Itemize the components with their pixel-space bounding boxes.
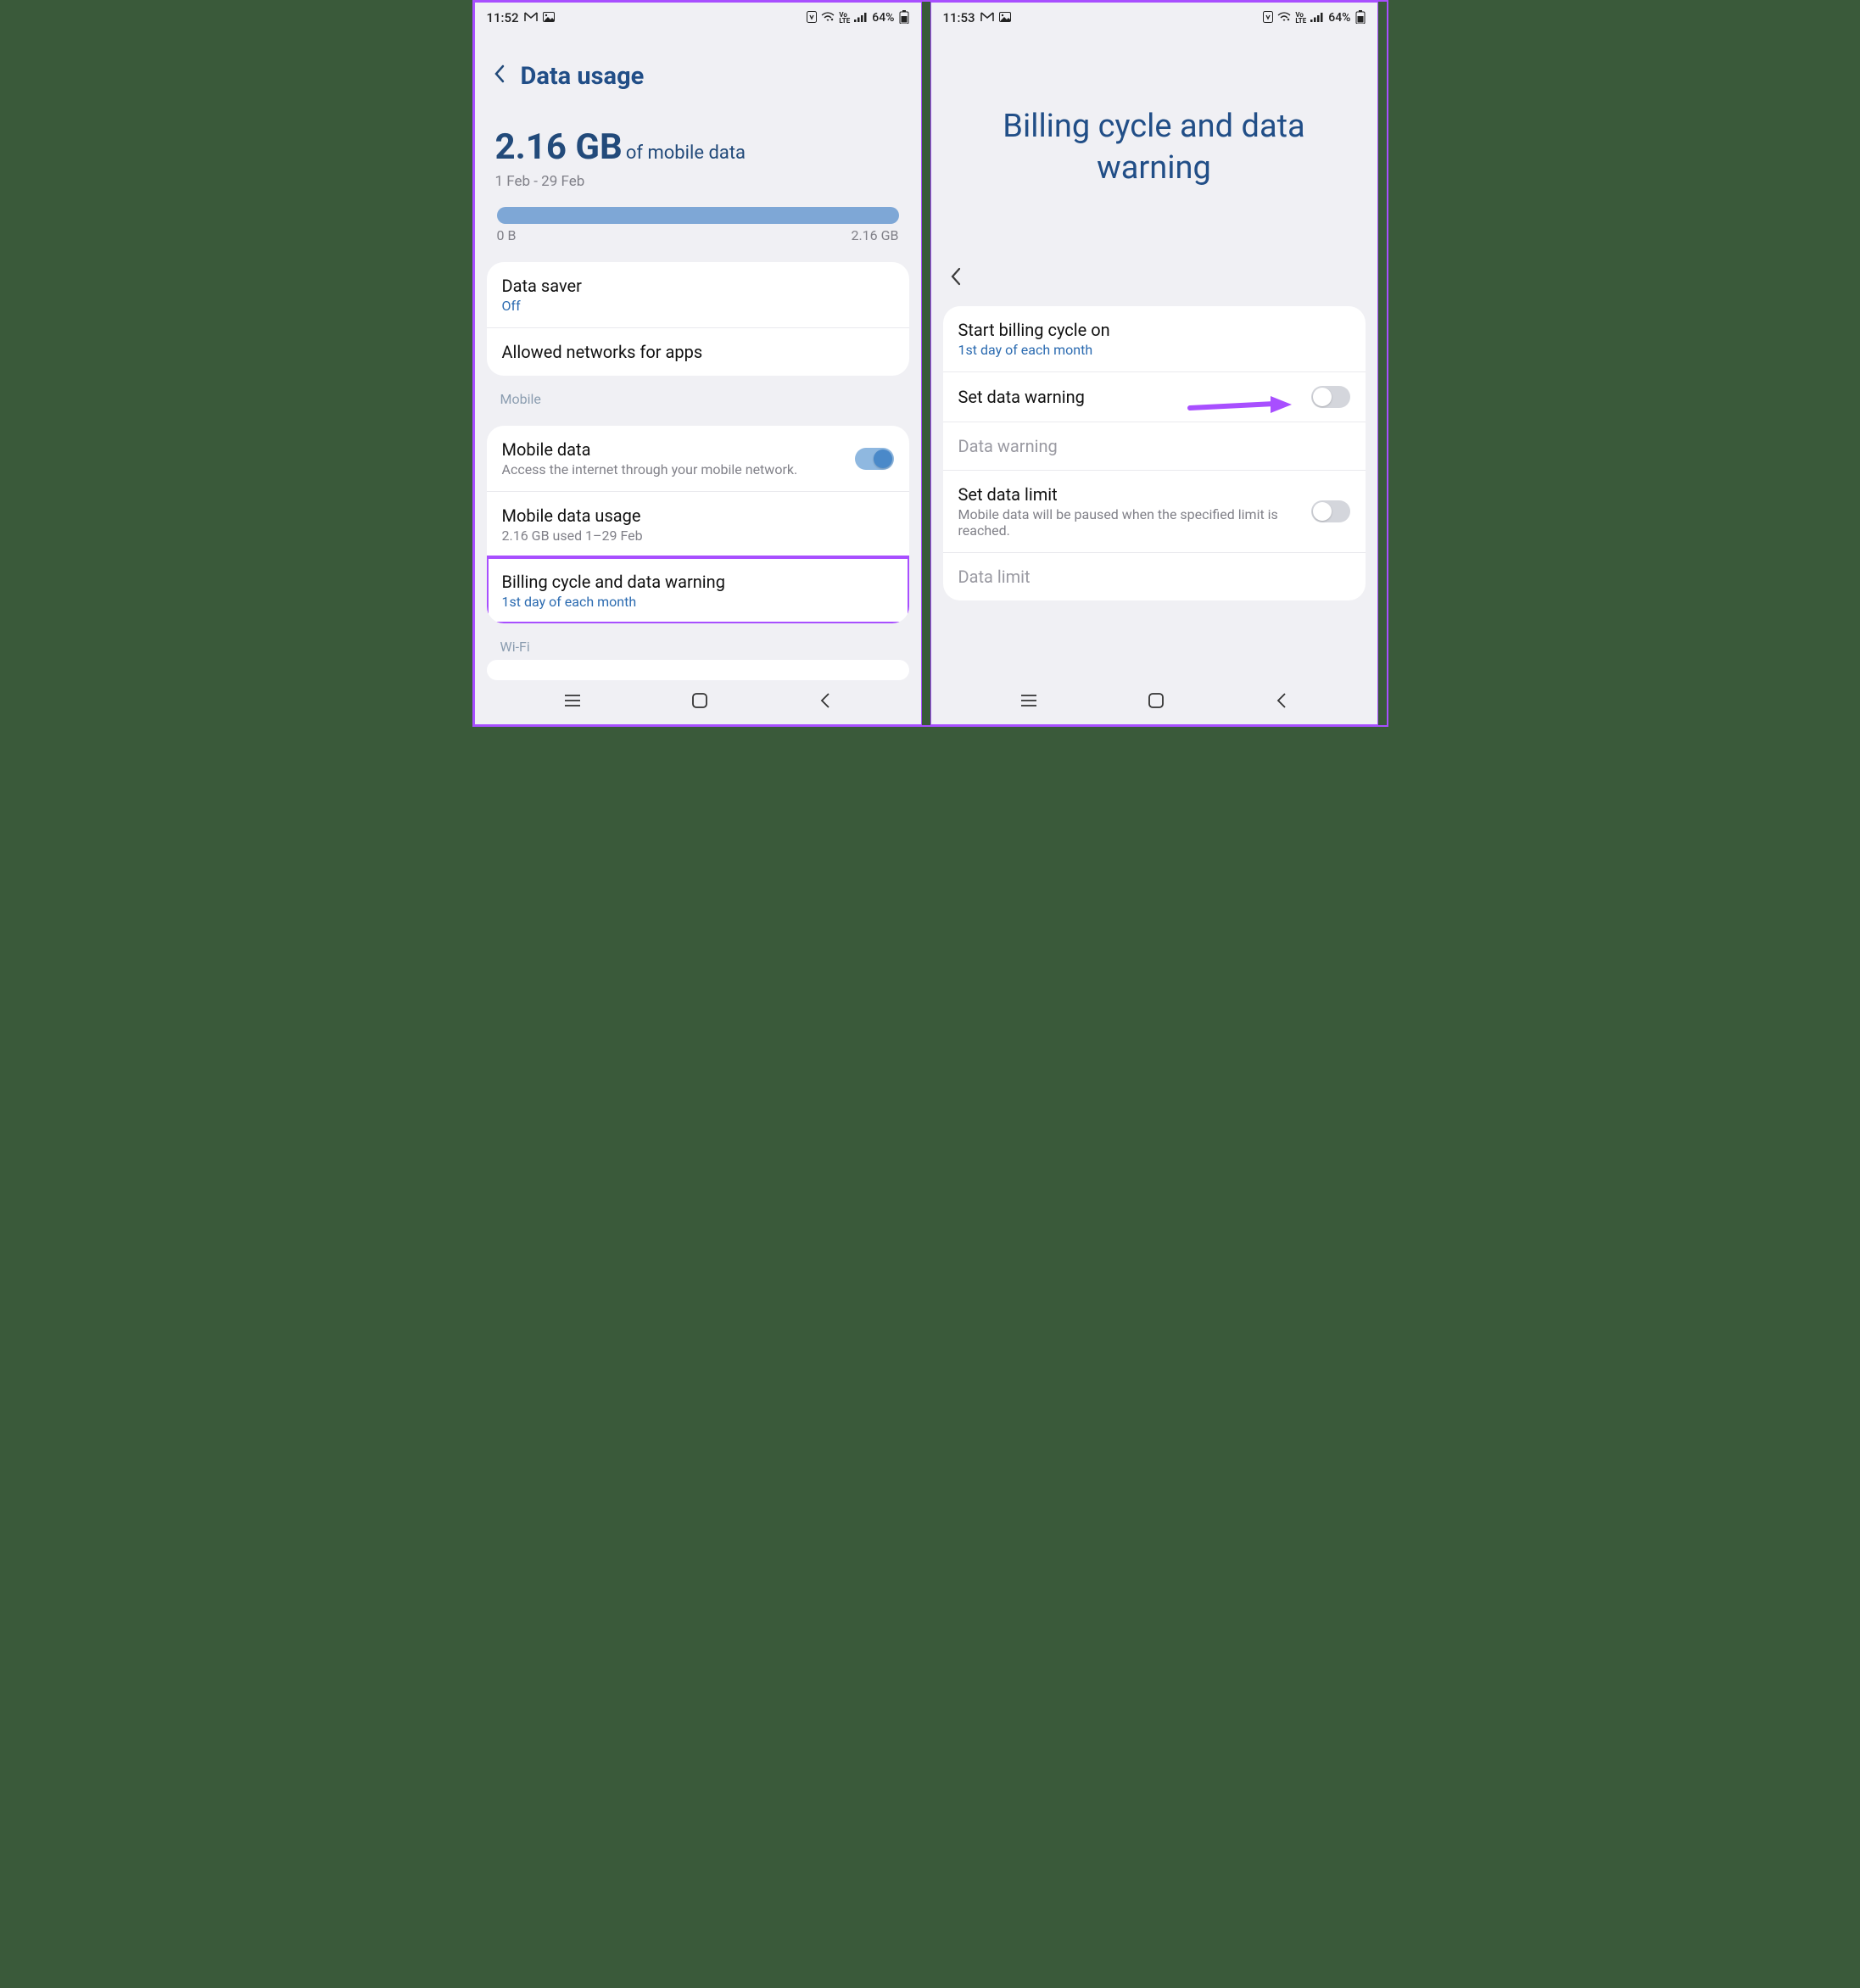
billing-cycle-sub: 1st day of each month [502, 594, 894, 610]
navbar [475, 680, 921, 724]
v-icon [807, 11, 817, 25]
nav-recents[interactable] [563, 693, 582, 712]
data-usage-summary: 2.16 GB of mobile data 1 Feb - 29 Feb 0 … [487, 91, 909, 243]
billing-cycle-label: Billing cycle and data warning [502, 572, 894, 592]
wifi-icon [1277, 12, 1291, 25]
row-data-limit: Data limit [943, 552, 1366, 600]
set-data-warning-label: Set data warning [958, 387, 1311, 407]
mobile-data-toggle[interactable] [855, 448, 894, 470]
row-data-warning: Data warning [943, 422, 1366, 470]
usage-amount: 2.16 GB [495, 126, 623, 168]
signal-icon [854, 12, 868, 25]
card-data-saver: Data saver Off Allowed networks for apps [487, 262, 909, 376]
section-mobile: Mobile [500, 391, 909, 407]
usage-date-range: 1 Feb - 29 Feb [495, 173, 901, 190]
page-big-title: Billing cycle and data warning [948, 106, 1360, 190]
left-screenshot: 11:52 VoLTE 64% [474, 2, 922, 725]
row-allowed-networks[interactable]: Allowed networks for apps [487, 327, 909, 376]
page-big-title-area: Billing cycle and data warning [931, 33, 1377, 258]
set-data-limit-sub: Mobile data will be paused when the spec… [958, 506, 1311, 539]
header: Data usage [475, 33, 921, 91]
set-data-limit-label: Set data limit [958, 484, 1311, 505]
status-bar: 11:52 VoLTE 64% [475, 3, 921, 33]
usage-suffix: of mobile data [626, 142, 746, 164]
image-icon [543, 12, 555, 25]
nav-recents[interactable] [1019, 693, 1038, 712]
volte-icon: VoLTE [839, 12, 850, 24]
battery-icon [1355, 10, 1366, 26]
battery-percent: 64% [872, 11, 894, 25]
set-data-warning-toggle[interactable] [1311, 386, 1350, 408]
card-billing: Start billing cycle on 1st day of each m… [943, 306, 1366, 600]
start-billing-sub: 1st day of each month [958, 342, 1350, 358]
nav-back[interactable] [1275, 691, 1288, 713]
wifi-icon [821, 12, 835, 25]
battery-icon [899, 10, 909, 26]
row-billing-cycle[interactable]: Billing cycle and data warning 1st day o… [487, 557, 909, 623]
data-saver-status: Off [502, 298, 894, 314]
row-set-data-limit[interactable]: Set data limit Mobile data will be pause… [943, 470, 1366, 552]
usage-bar-end: 2.16 GB [851, 227, 898, 243]
row-mobile-data-usage[interactable]: Mobile data usage 2.16 GB used 1–29 Feb [487, 491, 909, 557]
status-time: 11:53 [943, 10, 975, 25]
row-data-saver[interactable]: Data saver Off [487, 262, 909, 327]
nav-back[interactable] [818, 691, 832, 713]
right-screenshot: 11:53 VoLTE 64% Billing [930, 2, 1378, 725]
v-icon [1263, 11, 1273, 25]
status-time: 11:52 [487, 10, 519, 25]
status-bar: 11:53 VoLTE 64% [931, 3, 1377, 33]
mobile-data-usage-sub: 2.16 GB used 1–29 Feb [502, 528, 894, 544]
section-wifi: Wi-Fi [500, 639, 909, 655]
usage-bar-start: 0 B [497, 227, 517, 243]
nav-home[interactable] [1147, 691, 1165, 713]
signal-icon [1310, 12, 1324, 25]
gmail-icon [980, 12, 994, 25]
nav-home[interactable] [690, 691, 709, 713]
card-wifi-peek [487, 660, 909, 680]
back-button[interactable] [948, 267, 962, 293]
card-mobile: Mobile data Access the internet through … [487, 426, 909, 623]
allowed-networks-label: Allowed networks for apps [502, 342, 894, 362]
set-data-limit-toggle[interactable] [1311, 500, 1350, 522]
page-title: Data usage [521, 62, 645, 91]
start-billing-label: Start billing cycle on [958, 320, 1350, 340]
data-saver-label: Data saver [502, 276, 894, 296]
battery-percent: 64% [1328, 11, 1350, 25]
image-icon [999, 12, 1011, 25]
mobile-data-label: Mobile data [502, 439, 855, 460]
data-warning-label: Data warning [958, 436, 1350, 456]
row-mobile-data[interactable]: Mobile data Access the internet through … [487, 426, 909, 491]
gmail-icon [524, 12, 538, 25]
volte-icon: VoLTE [1295, 12, 1306, 24]
mobile-data-usage-label: Mobile data usage [502, 505, 894, 526]
back-button[interactable] [492, 64, 505, 90]
mobile-data-sub: Access the internet through your mobile … [502, 461, 855, 477]
row-set-data-warning[interactable]: Set data warning [943, 371, 1366, 422]
usage-progressbar [497, 207, 899, 224]
row-start-billing[interactable]: Start billing cycle on 1st day of each m… [943, 306, 1366, 371]
navbar [931, 680, 1377, 724]
data-limit-label: Data limit [958, 567, 1350, 587]
